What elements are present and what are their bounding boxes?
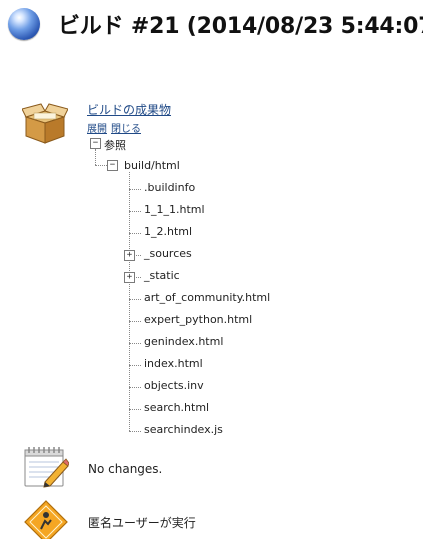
package-box-icon bbox=[22, 103, 68, 144]
tree-file-item[interactable]: search.html bbox=[144, 401, 209, 414]
tree-file-item[interactable]: 1_2.html bbox=[144, 225, 192, 238]
notepad-pencil-icon bbox=[24, 447, 69, 488]
tree-file-item[interactable]: searchindex.js bbox=[144, 423, 223, 436]
changes-summary: No changes. bbox=[88, 462, 163, 476]
tree-connector bbox=[129, 189, 141, 190]
tree-file-item[interactable]: genindex.html bbox=[144, 335, 223, 348]
tree-connector bbox=[136, 255, 141, 256]
tree-connector bbox=[129, 431, 141, 432]
tree-connector bbox=[129, 233, 141, 234]
artifacts-heading-link[interactable]: ビルドの成果物 bbox=[87, 101, 171, 118]
title-row: ビルド #21 (2014/08/23 5:44:07) bbox=[8, 6, 423, 42]
tree-file-item[interactable]: .buildinfo bbox=[144, 181, 195, 194]
build-cause: 匿名ユーザーが実行 bbox=[88, 516, 196, 530]
tree-connector bbox=[129, 321, 141, 322]
tree-folder-item[interactable]: _sources bbox=[144, 247, 192, 260]
tree-controls: 展開 閉じる bbox=[87, 120, 145, 135]
page-title: ビルド #21 (2014/08/23 5:44:07) bbox=[58, 14, 423, 39]
expand-all-link[interactable]: 展開 bbox=[87, 124, 107, 135]
tree-connector bbox=[95, 149, 96, 165]
tree-folder-item[interactable]: _static bbox=[144, 269, 180, 282]
folder-collapse-toggle[interactable]: − bbox=[107, 160, 118, 171]
tree-file-item[interactable]: expert_python.html bbox=[144, 313, 252, 326]
tree-connector bbox=[129, 299, 141, 300]
tree-connector bbox=[129, 343, 141, 344]
tree-connector bbox=[136, 277, 141, 278]
sources-expand-toggle[interactable]: + bbox=[124, 250, 135, 261]
tree-connector bbox=[129, 409, 141, 410]
root-collapse-toggle[interactable]: − bbox=[90, 138, 101, 149]
tree-folder-label[interactable]: build/html bbox=[124, 159, 180, 172]
collapse-all-link[interactable]: 閉じる bbox=[111, 124, 141, 135]
tree-connector bbox=[129, 211, 141, 212]
tree-connector bbox=[129, 365, 141, 366]
tree-file-item[interactable]: objects.inv bbox=[144, 379, 204, 392]
tree-file-item[interactable]: index.html bbox=[144, 357, 203, 370]
tree-connector bbox=[95, 165, 107, 166]
tree-connector bbox=[129, 387, 141, 388]
tree-file-item[interactable]: art_of_community.html bbox=[144, 291, 270, 304]
blue-ball-icon bbox=[8, 8, 40, 40]
static-expand-toggle[interactable]: + bbox=[124, 272, 135, 283]
tree-file-item[interactable]: 1_1_1.html bbox=[144, 203, 205, 216]
tree-root-label: 参照 bbox=[104, 139, 126, 152]
warning-sign-icon bbox=[24, 500, 68, 539]
